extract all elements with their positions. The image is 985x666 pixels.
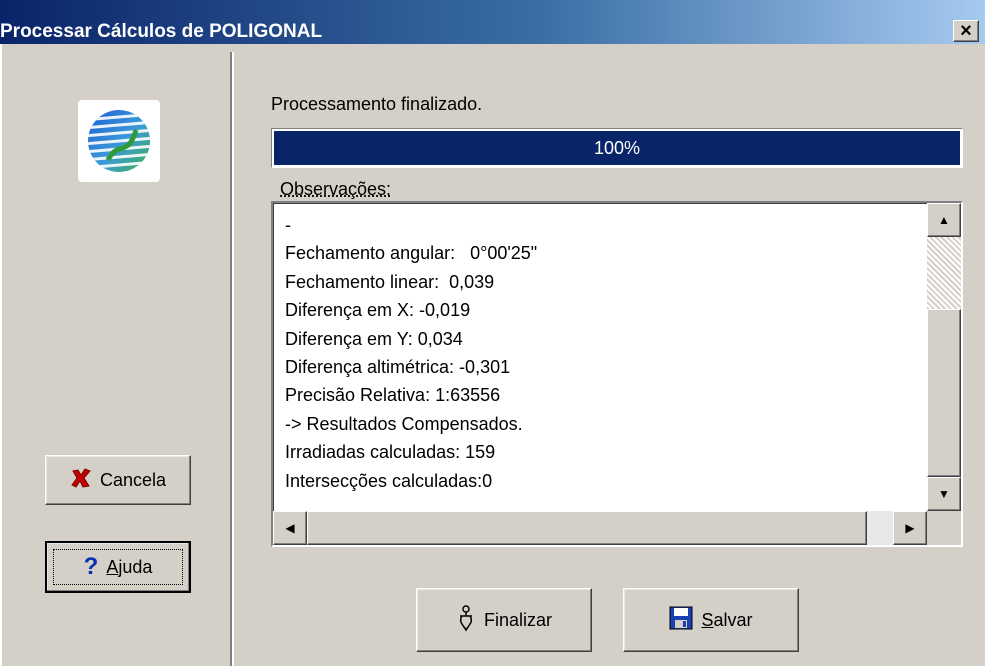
- progress-bar: 100%: [271, 128, 963, 168]
- cancel-label: Cancela: [99, 469, 167, 490]
- observation-line: Irradiadas calculadas: 159: [285, 442, 496, 463]
- observations-text: - Fechamento angular: 0°00'25" Fechamento …: [285, 211, 925, 495]
- scroll-up-button[interactable]: ▲: [927, 203, 961, 237]
- save-button[interactable]: Salvar: [623, 588, 799, 652]
- title-bar: Processar Cálculos de POLIGONAL ×: [0, 0, 985, 44]
- floppy-disk-icon: [669, 606, 693, 635]
- observation-line: Diferença altimétrica: -0,301: [285, 357, 511, 378]
- finish-icon: [456, 604, 476, 637]
- window-title: Processar Cálculos de POLIGONAL: [0, 21, 323, 42]
- horizontal-scrollbar[interactable]: ◀ ▶: [273, 511, 927, 545]
- close-icon: ×: [960, 20, 972, 42]
- observation-line: Fechamento angular: 0°00'25": [285, 243, 538, 264]
- arrow-down-icon: ▼: [938, 487, 950, 501]
- scroll-corner: [927, 511, 961, 545]
- observation-line: Diferença em Y: 0,034: [285, 328, 463, 349]
- help-button[interactable]: ? Ajuda: [45, 541, 191, 593]
- vertical-scrollbar[interactable]: ▲ ▼: [927, 203, 961, 511]
- horizontal-scroll-thumb[interactable]: [307, 511, 867, 545]
- status-text: Processamento finalizado.: [271, 94, 483, 114]
- observations-memo[interactable]: - Fechamento angular: 0°00'25" Fechamento …: [271, 201, 963, 547]
- observation-line: -> Resultados Compensados.: [285, 413, 523, 434]
- arrow-left-icon: ◀: [285, 521, 295, 535]
- finish-label: Finalizar: [483, 609, 553, 630]
- observation-line: Fechamento linear: 0,039: [285, 271, 495, 292]
- arrow-right-icon: ▶: [905, 521, 915, 535]
- observation-line: Precisão Relativa: 1:63556: [285, 385, 501, 406]
- scroll-down-button[interactable]: ▼: [927, 477, 961, 511]
- cancel-button[interactable]: Cancela: [45, 455, 191, 505]
- progress-fill: 100%: [274, 131, 960, 165]
- focus-rectangle: [53, 549, 183, 585]
- arrow-up-icon: ▲: [938, 213, 950, 227]
- close-button[interactable]: ×: [953, 20, 979, 42]
- save-label: Salvar: [701, 609, 753, 630]
- scroll-track[interactable]: [927, 237, 961, 309]
- observations-label: Observações:: [280, 179, 392, 199]
- observation-line: Intersecções calculadas:0: [285, 470, 493, 491]
- observation-line: -: [285, 215, 291, 235]
- finish-button[interactable]: Finalizar: [416, 588, 592, 652]
- scroll-thumb[interactable]: [927, 309, 961, 477]
- scroll-right-button[interactable]: ▶: [893, 511, 927, 545]
- observation-line: Diferença em X: -0,019: [285, 300, 471, 321]
- globe-logo-icon: [78, 100, 160, 182]
- red-x-icon: [70, 467, 92, 494]
- progress-label: 100%: [593, 137, 641, 158]
- scroll-left-button[interactable]: ◀: [273, 511, 307, 545]
